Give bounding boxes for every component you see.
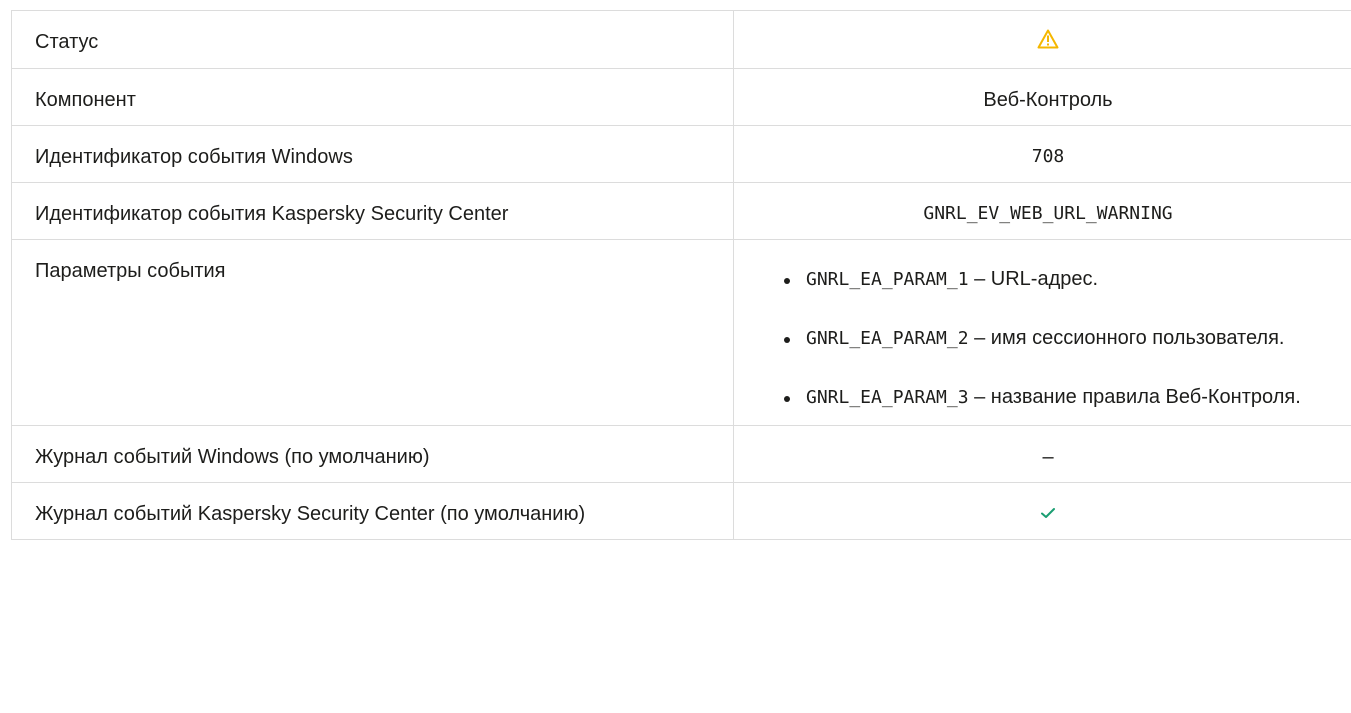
table-row-windows-log: Журнал событий Windows (по умолчанию) –: [11, 424, 1351, 483]
row-label: Компонент: [11, 67, 734, 126]
row-value: GNRL_EA_PARAM_1 – URL-адрес. GNRL_EA_PAR…: [733, 238, 1351, 426]
list-item: GNRL_EA_PARAM_2 – имя сессионного пользо…: [774, 323, 1342, 354]
warning-triangle-icon: [1037, 28, 1059, 58]
param-code: GNRL_EA_PARAM_3: [806, 386, 969, 408]
list-item: GNRL_EA_PARAM_1 – URL-адрес.: [774, 264, 1342, 295]
row-value: [733, 10, 1351, 69]
param-code: GNRL_EA_PARAM_1: [806, 268, 969, 290]
row-label: Идентификатор события Kaspersky Security…: [11, 181, 734, 240]
checkmark-icon: [1040, 499, 1056, 529]
param-description: – URL-адрес.: [968, 267, 1099, 290]
row-value: 708: [733, 124, 1351, 183]
params-list: GNRL_EA_PARAM_1 – URL-адрес. GNRL_EA_PAR…: [774, 264, 1342, 413]
table-row-event-params: Параметры события GNRL_EA_PARAM_1 – URL-…: [11, 238, 1351, 426]
row-label: Журнал событий Kaspersky Security Center…: [11, 481, 734, 541]
row-label: Статус: [11, 10, 734, 69]
row-value: GNRL_EV_WEB_URL_WARNING: [733, 181, 1351, 240]
table-row-status: Статус: [11, 10, 1351, 69]
table-row-ksc-log: Журнал событий Kaspersky Security Center…: [11, 481, 1351, 541]
param-code: GNRL_EA_PARAM_2: [806, 327, 969, 349]
row-label: Журнал событий Windows (по умолчанию): [11, 424, 734, 483]
row-label: Параметры события: [11, 238, 734, 426]
row-value: –: [733, 424, 1351, 483]
event-properties-table: Статус Компонент Веб-Контроль Идентифика…: [11, 10, 1351, 541]
table-row-windows-event-id: Идентификатор события Windows 708: [11, 124, 1351, 183]
row-value: [733, 481, 1351, 541]
row-label: Идентификатор события Windows: [11, 124, 734, 183]
param-description: – имя сессионного пользователя.: [968, 326, 1285, 349]
param-description: – название правила Веб-Контроля.: [968, 385, 1301, 408]
table-row-ksc-event-id: Идентификатор события Kaspersky Security…: [11, 181, 1351, 240]
row-value: Веб-Контроль: [733, 67, 1351, 126]
list-item: GNRL_EA_PARAM_3 – название правила Веб-К…: [774, 382, 1342, 413]
table-row-component: Компонент Веб-Контроль: [11, 67, 1351, 126]
